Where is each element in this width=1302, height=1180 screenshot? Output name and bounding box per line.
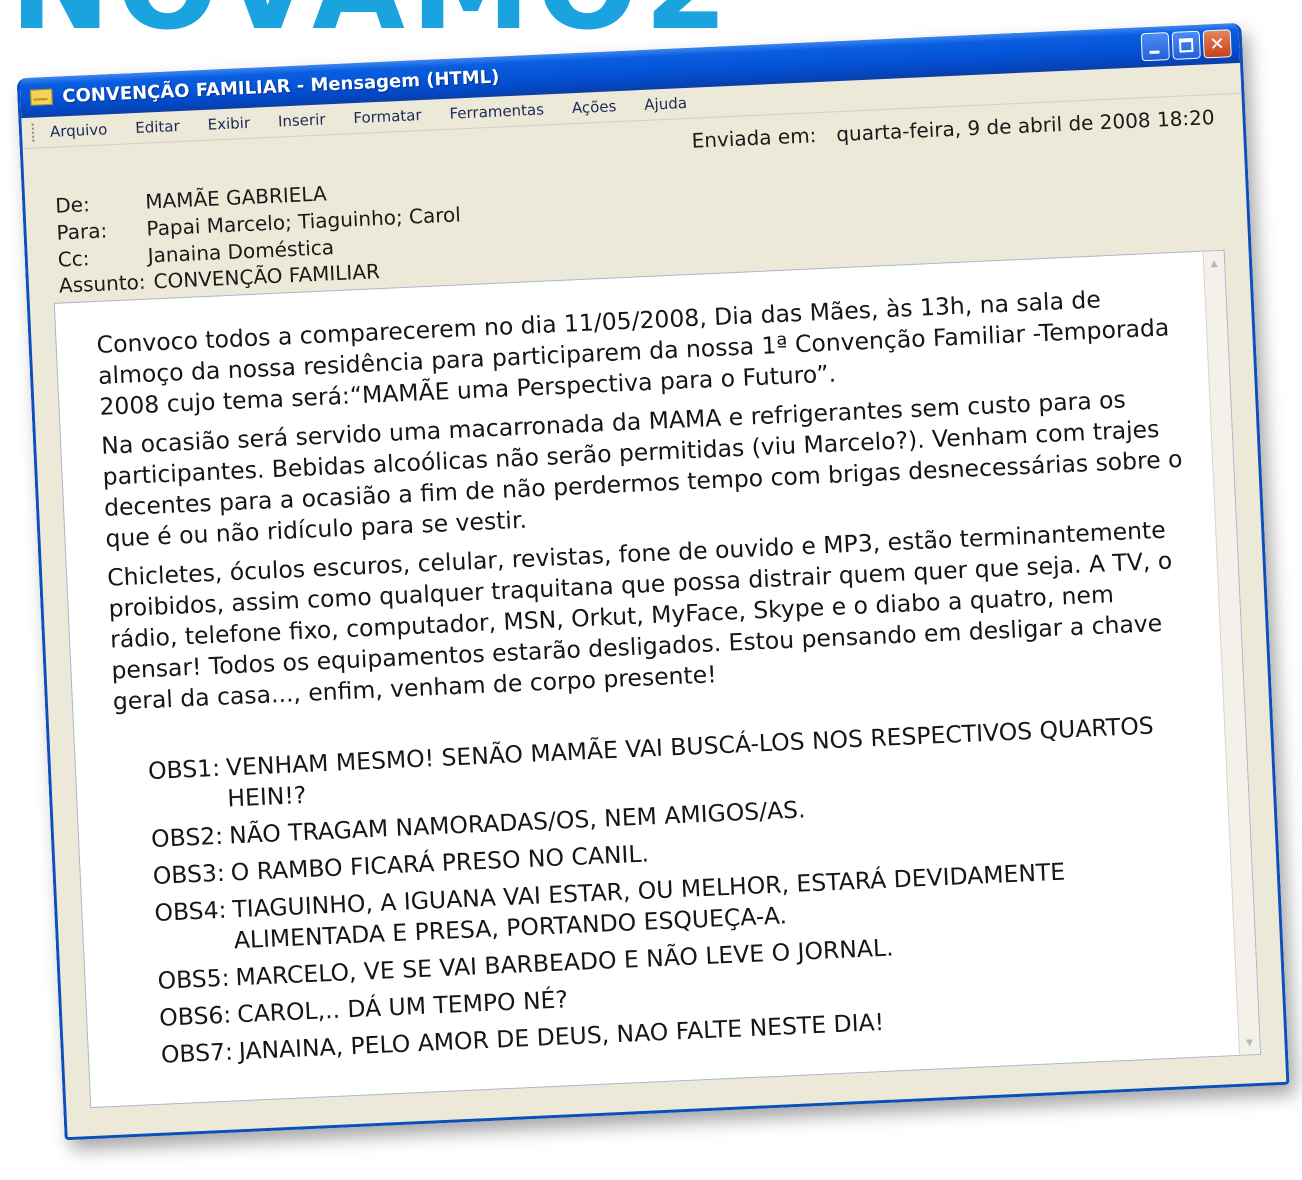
from-label: De: bbox=[54, 192, 91, 218]
envelope-icon bbox=[30, 88, 53, 106]
menu-acoes[interactable]: Ações bbox=[572, 97, 617, 117]
menu-grip-handle[interactable] bbox=[31, 123, 39, 142]
menu-inserir[interactable]: Inserir bbox=[278, 110, 326, 130]
maximize-button[interactable] bbox=[1171, 30, 1201, 60]
close-icon: ✕ bbox=[1209, 33, 1226, 55]
obs-label: OBS3: bbox=[152, 858, 226, 890]
menu-ajuda[interactable]: Ajuda bbox=[644, 94, 687, 114]
obs-label: OBS4: bbox=[153, 895, 228, 927]
obs-list: OBS1: VENHAM MESMO! SENÃO MAMÃE VAI BUSC… bbox=[147, 708, 1218, 1071]
obs-label: OBS1: bbox=[147, 753, 221, 786]
menu-formatar[interactable]: Formatar bbox=[353, 106, 422, 127]
message-window: CONVENÇÃO FAMILIAR - Mensagem (HTML) ✕ A… bbox=[16, 22, 1290, 1141]
menu-ferramentas[interactable]: Ferramentas bbox=[449, 100, 544, 122]
sent-value: quarta-feira, 9 de abril de 2008 18:20 bbox=[835, 105, 1216, 147]
minimize-icon bbox=[1149, 50, 1160, 54]
closing-line: UFA!! BEIJOS DA MAMÃE. bbox=[164, 1067, 1222, 1108]
message-content: Convoco todos a comparecerem no dia 11/0… bbox=[96, 281, 1222, 1108]
subject-label: Assunto: bbox=[58, 269, 147, 298]
page-heading-fragment: NOVAMO2 bbox=[10, 0, 734, 48]
window-controls: ✕ bbox=[1140, 29, 1232, 62]
menu-editar[interactable]: Editar bbox=[135, 117, 180, 137]
obs-label: OBS2: bbox=[150, 821, 224, 854]
menu-exibir[interactable]: Exibir bbox=[207, 114, 250, 134]
scroll-down-icon[interactable]: ▼ bbox=[1241, 1034, 1258, 1051]
close-button[interactable]: ✕ bbox=[1202, 29, 1232, 59]
obs-label: OBS7: bbox=[160, 1037, 234, 1069]
to-label: Para: bbox=[56, 218, 108, 245]
message-body[interactable]: Convoco todos a comparecerem no dia 11/0… bbox=[53, 249, 1262, 1109]
maximize-icon bbox=[1178, 37, 1194, 53]
obs-label: OBS5: bbox=[156, 963, 231, 995]
obs-label: OBS6: bbox=[158, 1000, 232, 1032]
minimize-button[interactable] bbox=[1140, 32, 1170, 62]
menu-arquivo[interactable]: Arquivo bbox=[50, 120, 108, 141]
cc-label: Cc: bbox=[57, 246, 91, 272]
scroll-up-icon[interactable]: ▲ bbox=[1206, 255, 1223, 272]
sent-label: Enviada em: bbox=[691, 123, 817, 153]
